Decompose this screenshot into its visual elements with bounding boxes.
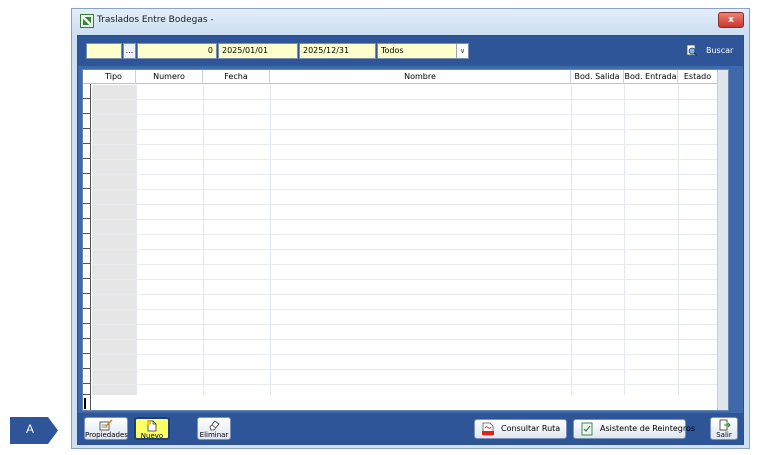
number-field[interactable]: 0	[137, 43, 217, 59]
bottom-toolbar: Propiedades Nuevo Eliminar Consultar Rut…	[78, 413, 743, 444]
column-divider	[270, 85, 271, 395]
row-selector[interactable]	[83, 189, 91, 204]
client-area: ... 0 2025/01/01 2025/12/31 Todos ∨ Busc…	[77, 35, 744, 445]
properties-button[interactable]: Propiedades	[84, 417, 128, 440]
row-divider	[92, 384, 717, 385]
refunds-assistant-button[interactable]: Asistente de Reintegros	[573, 419, 695, 439]
tipo-column-shading	[92, 85, 136, 395]
row-selector[interactable]	[83, 369, 91, 384]
row-divider	[92, 249, 717, 250]
row-selector[interactable]	[83, 384, 91, 395]
row-selector[interactable]	[83, 219, 91, 234]
row-selector[interactable]	[83, 279, 91, 294]
vertical-scrollbar[interactable]	[717, 70, 728, 410]
row-divider	[92, 309, 717, 310]
new-document-icon	[147, 420, 157, 432]
row-selector[interactable]	[83, 354, 91, 369]
refunds-assistant-label: Asistente de Reintegros	[600, 424, 696, 433]
properties-label: Propiedades	[85, 431, 128, 439]
callout-marker: A	[10, 417, 58, 444]
column-divider	[203, 85, 204, 395]
eraser-icon	[209, 420, 220, 431]
row-divider	[92, 279, 717, 280]
row-divider	[92, 99, 717, 100]
row-selector[interactable]	[83, 129, 91, 144]
column-header-estado[interactable]: Estado	[678, 70, 717, 84]
new-button[interactable]: Nuevo	[134, 417, 170, 440]
column-header-tipo[interactable]: Tipo	[92, 70, 136, 84]
row-selector[interactable]	[83, 294, 91, 309]
row-selector[interactable]	[83, 309, 91, 324]
pdf-route-icon	[482, 422, 494, 436]
door-exit-icon	[719, 419, 731, 431]
title-bar[interactable]: Traslados Entre Bodegas - x	[72, 9, 749, 33]
row-selector[interactable]	[83, 264, 91, 279]
column-divider	[624, 85, 625, 395]
row-divider	[92, 174, 717, 175]
row-selector[interactable]	[83, 144, 91, 159]
column-header-fecha[interactable]: Fecha	[203, 70, 270, 84]
row-divider	[92, 264, 717, 265]
row-divider	[92, 189, 717, 190]
date-from-field[interactable]: 2025/01/01	[218, 43, 298, 59]
column-divider	[136, 85, 137, 395]
column-divider	[571, 85, 572, 395]
row-divider	[92, 234, 717, 235]
filter-bar: ... 0 2025/01/01 2025/12/31 Todos ∨ Busc…	[78, 36, 743, 66]
row-selector[interactable]	[83, 174, 91, 189]
row-divider	[92, 159, 717, 160]
search-label: Buscar	[706, 46, 734, 55]
column-header-bod-salida[interactable]: Bod. Salida	[571, 70, 624, 84]
notepad-pencil-icon	[99, 419, 113, 431]
row-selector[interactable]	[83, 159, 91, 174]
date-to-field[interactable]: 2025/12/31	[299, 43, 376, 59]
row-divider	[92, 369, 717, 370]
row-divider	[92, 204, 717, 205]
row-divider	[92, 114, 717, 115]
chevron-down-icon[interactable]: ∨	[456, 44, 468, 58]
row-selector[interactable]	[83, 324, 91, 339]
consult-route-button[interactable]: Consultar Ruta	[474, 419, 567, 439]
search-button[interactable]: Buscar	[686, 42, 738, 60]
column-divider	[678, 85, 679, 395]
exit-button[interactable]: Salir	[710, 417, 738, 440]
row-selector[interactable]	[83, 114, 91, 129]
row-selector[interactable]	[83, 204, 91, 219]
exit-label: Salir	[716, 431, 732, 439]
row-selector[interactable]	[83, 249, 91, 264]
delete-button[interactable]: Eliminar	[197, 417, 231, 440]
text-cursor	[84, 398, 86, 409]
column-header-bod-entrada[interactable]: Bod. Entrada	[624, 70, 678, 84]
row-divider	[92, 219, 717, 220]
row-divider	[92, 144, 717, 145]
code-field[interactable]	[86, 43, 122, 59]
checklist-icon	[581, 422, 593, 436]
column-header-numero[interactable]: Numero	[136, 70, 203, 84]
row-divider	[92, 339, 717, 340]
row-selector[interactable]	[83, 339, 91, 354]
window-title: Traslados Entre Bodegas -	[97, 15, 214, 25]
row-selector[interactable]	[83, 234, 91, 249]
row-divider	[92, 294, 717, 295]
transfers-table[interactable]: Tipo Numero Fecha Nombre Bod. Salida Bod…	[82, 69, 729, 411]
binoculars-search-icon	[686, 44, 698, 56]
main-window: Traslados Entre Bodegas - x ... 0 2025/0…	[71, 8, 750, 449]
row-divider	[92, 129, 717, 130]
row-divider	[92, 324, 717, 325]
row-selector[interactable]	[83, 84, 91, 99]
row-divider	[92, 354, 717, 355]
delete-label: Eliminar	[199, 431, 229, 439]
excel-sheet-icon	[80, 14, 94, 28]
callout-label: A	[26, 422, 35, 436]
close-button[interactable]: x	[718, 12, 744, 28]
lookup-button[interactable]: ...	[123, 43, 136, 59]
row-selector-column[interactable]	[83, 70, 91, 410]
column-header-nombre[interactable]: Nombre	[270, 70, 571, 84]
table-header: Tipo Numero Fecha Nombre Bod. Salida Bod…	[83, 70, 728, 84]
row-selector[interactable]	[83, 99, 91, 114]
new-label: Nuevo	[140, 432, 164, 440]
consult-route-label: Consultar Ruta	[501, 424, 561, 433]
